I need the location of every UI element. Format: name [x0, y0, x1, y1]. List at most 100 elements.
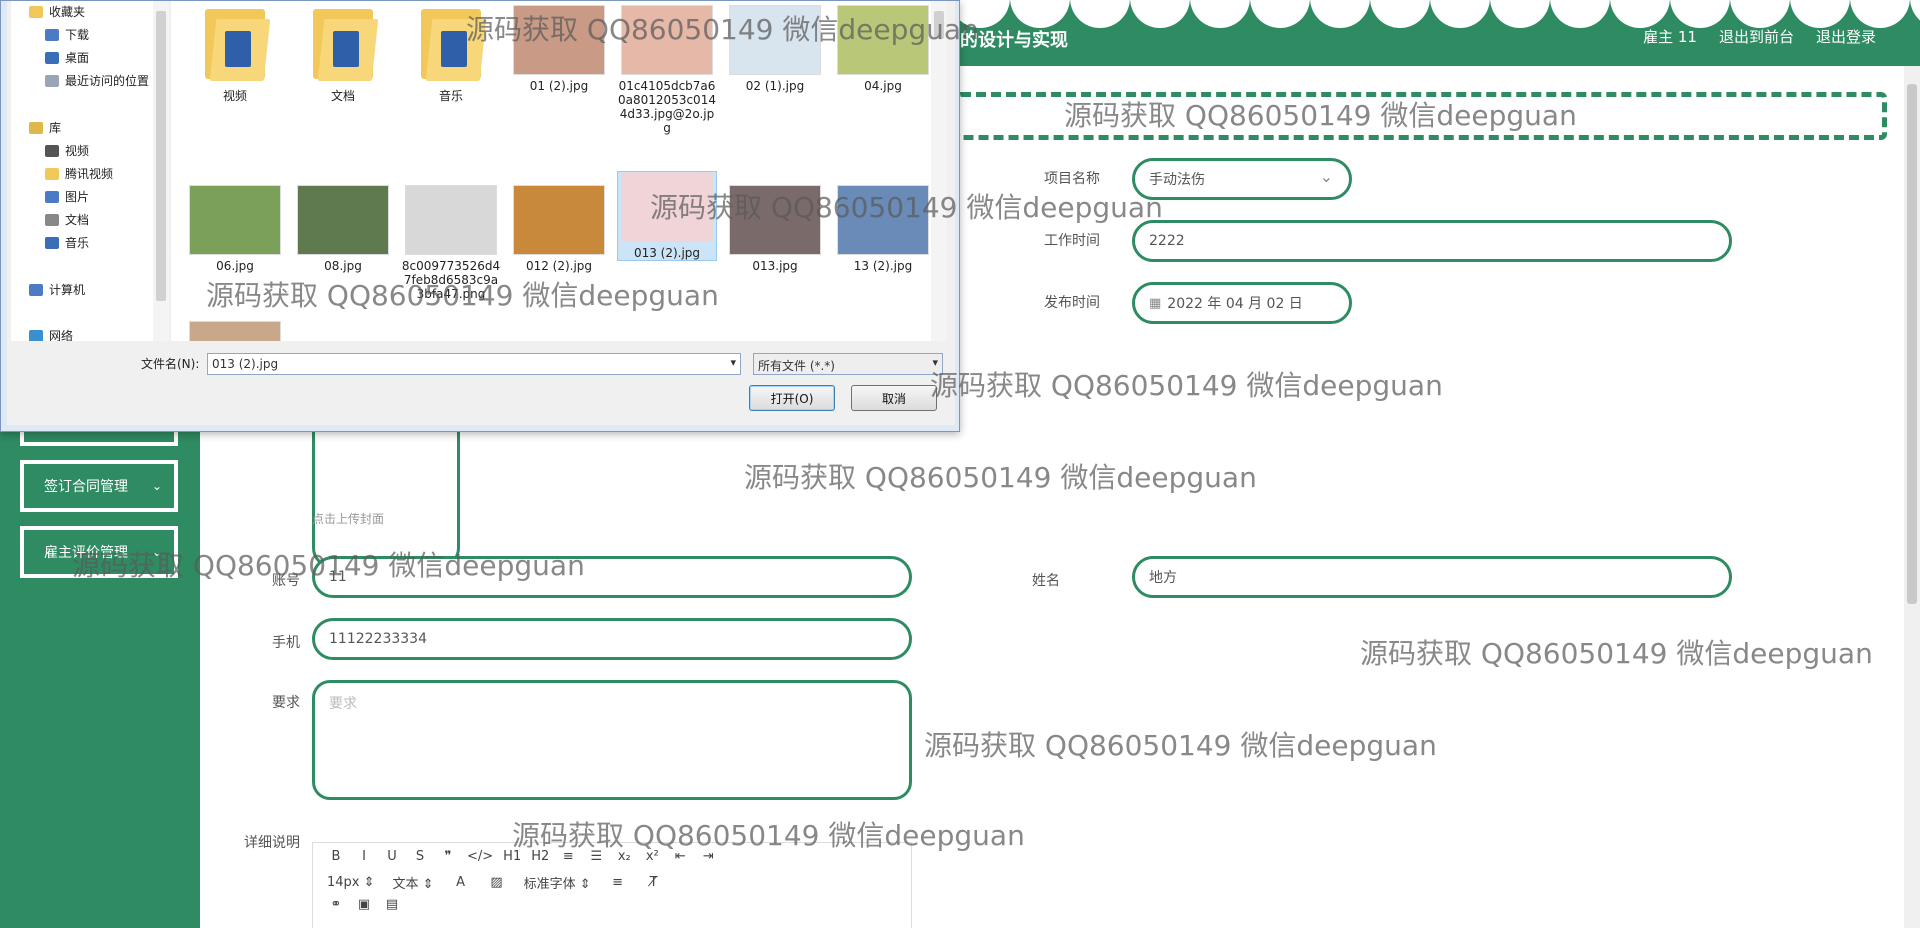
sidebar-item-label: 雇主评价管理 [44, 545, 128, 561]
editor-tool-icon[interactable]: H1 [503, 849, 521, 864]
account-value: 11 [329, 569, 347, 585]
sidebar-item-label: 签订合同管理 [44, 479, 128, 495]
tree-item[interactable]: 图片 [45, 188, 89, 205]
image-thumbnail [729, 5, 821, 75]
font-family-select[interactable]: 标准字体 ⇕ [524, 873, 591, 892]
editor-tool-icon[interactable]: x² [643, 849, 661, 864]
header-scallop [1790, 0, 1850, 28]
front-link[interactable]: 退出到前台 [1719, 26, 1794, 47]
header-scallop [1370, 0, 1430, 28]
tree-item[interactable]: 音乐 [45, 234, 89, 251]
sidebar-item-reviews[interactable]: 雇主评价管理 ⌄ [20, 526, 178, 578]
tree-item[interactable]: 库 [29, 119, 61, 136]
image-thumbnail [297, 185, 389, 255]
tree-item[interactable]: 下载 [45, 26, 89, 43]
logout-link[interactable]: 退出登录 [1816, 26, 1876, 47]
editor-tool-icon[interactable]: ⇥ [699, 849, 717, 864]
clear-format-icon[interactable]: T̸ [645, 875, 663, 890]
editor-tool-icon[interactable]: U [383, 849, 401, 864]
editor-tool-icon[interactable]: ❞ [439, 849, 457, 864]
font-color-icon[interactable]: A [452, 875, 470, 890]
tree-item[interactable]: 腾讯视频 [45, 165, 113, 182]
file-item[interactable]: 8c009773526d47feb8d6583c9a3bfa47.png [401, 185, 501, 301]
detail-label: 详细说明 [244, 835, 300, 851]
video-icon[interactable]: ▤ [383, 897, 401, 912]
file-name: 013.jpg [752, 259, 798, 273]
file-item[interactable]: 012 (2).jpg [509, 185, 609, 273]
file-item[interactable]: 013 (2).jpg [617, 171, 717, 261]
tree-item-label: 网络 [49, 329, 74, 341]
file-item[interactable]: 08.jpg [293, 185, 393, 273]
editor-tool-icon[interactable]: </> [467, 849, 493, 864]
tree-item[interactable]: 收藏夹 [29, 3, 85, 20]
file-item[interactable]: 06.jpg [185, 185, 285, 273]
paragraph-select[interactable]: 文本 ⇕ [393, 873, 434, 892]
image-thumbnail [189, 321, 281, 341]
tree-item-label: 视频 [65, 144, 90, 158]
project-name-select[interactable]: 手动法伤 [1132, 158, 1352, 200]
filename-input[interactable]: 013 (2).jpg [207, 353, 741, 375]
file-name: 8c009773526d47feb8d6583c9a3bfa47.png [401, 259, 501, 301]
tree-item[interactable]: 网络 [29, 327, 73, 341]
folder-item[interactable]: 视频 [185, 5, 285, 104]
filetype-select[interactable]: 所有文件 (*.*) [753, 353, 943, 375]
scrollbar-thumb[interactable] [1907, 84, 1917, 604]
name-input[interactable]: 地方 [1132, 556, 1732, 598]
file-item[interactable]: 013.jpg [725, 185, 825, 273]
background-color-icon[interactable]: ▨ [488, 875, 506, 890]
tree-item[interactable]: 文档 [45, 211, 89, 228]
file-item[interactable] [185, 321, 285, 341]
align-icon[interactable]: ≡ [609, 875, 627, 890]
sidebar-item-contracts[interactable]: 签订合同管理 ⌄ [20, 460, 178, 512]
editor-tool-icon[interactable]: ⇤ [671, 849, 689, 864]
tree-item-label: 图片 [65, 190, 90, 204]
editor-tool-icon[interactable]: H2 [531, 849, 549, 864]
tree-scrollbar[interactable] [153, 1, 169, 341]
file-item[interactable]: 04.jpg [833, 5, 931, 93]
image-thumbnail [189, 185, 281, 255]
tree-item[interactable]: 最近访问的位置 [45, 72, 149, 89]
work-time-label: 工作时间 [1044, 233, 1100, 249]
app-title: 的设计与实现 [960, 30, 1068, 51]
rich-text-editor[interactable]: B I U S ❞ </> H1 H2 ≡ ☰ x₂ x² ⇤ ⇥ 14px ⇕ 文本 ⇕ A ▨ 标准字… [312, 842, 912, 928]
folder-item[interactable]: 音乐 [401, 5, 501, 104]
header-scallop [1490, 0, 1550, 28]
work-time-value: 2222 [1149, 233, 1185, 249]
page-scrollbar[interactable] [1904, 66, 1920, 928]
requirement-placeholder: 要求 [329, 696, 357, 712]
account-input[interactable]: 11 [312, 556, 912, 598]
requirement-textarea[interactable]: 要求 [312, 680, 912, 800]
tree-item[interactable]: 计算机 [29, 281, 85, 298]
editor-tool-icon[interactable]: ≡ [559, 849, 577, 864]
filename-value: 013 (2).jpg [212, 357, 279, 371]
file-item[interactable]: 13 (2).jpg [833, 185, 931, 273]
header-scallop [1670, 0, 1730, 28]
publish-time-picker[interactable]: ▦ 2022 年 04 月 02 日 [1132, 282, 1352, 324]
scrollbar-thumb[interactable] [934, 11, 944, 39]
editor-tool-icon[interactable]: S [411, 849, 429, 864]
editor-tool-icon[interactable]: ☰ [587, 849, 605, 864]
tree-item[interactable]: 视频 [45, 142, 89, 159]
editor-tool-icon[interactable]: B [327, 849, 345, 864]
project-name-value: 手动法伤 [1149, 172, 1205, 188]
editor-tool-icon[interactable]: x₂ [615, 849, 633, 864]
user-link[interactable]: 雇主 11 [1643, 26, 1697, 47]
file-item[interactable]: 02 (1).jpg [725, 5, 825, 93]
folder-item[interactable]: 文档 [293, 5, 393, 104]
open-button[interactable]: 打开(O) [749, 385, 835, 411]
tree-item[interactable]: 桌面 [45, 49, 89, 66]
editor-tool-icon[interactable]: I [355, 849, 373, 864]
image-icon[interactable]: ▣ [355, 897, 373, 912]
work-time-input[interactable]: 2222 [1132, 220, 1732, 262]
font-size-select[interactable]: 14px ⇕ [327, 875, 375, 890]
cover-upload[interactable] [312, 418, 460, 568]
cancel-button[interactable]: 取消 [851, 385, 937, 411]
file-item[interactable]: 01 (2).jpg [509, 5, 609, 93]
files-scrollbar[interactable] [931, 1, 947, 341]
file-item[interactable]: 01c4105dcb7a60a8012053c0144d33.jpg@2o.jp… [617, 5, 717, 135]
phone-input[interactable]: 11122233334 [312, 618, 912, 660]
breadcrumb-bar [955, 92, 1887, 140]
link-icon[interactable]: ⚭ [327, 897, 345, 912]
scrollbar-thumb[interactable] [156, 11, 166, 301]
file-list: 视频 文档 音乐 01 (2).jpg 01c4105dcb7a60a8012053c0… [171, 1, 931, 341]
